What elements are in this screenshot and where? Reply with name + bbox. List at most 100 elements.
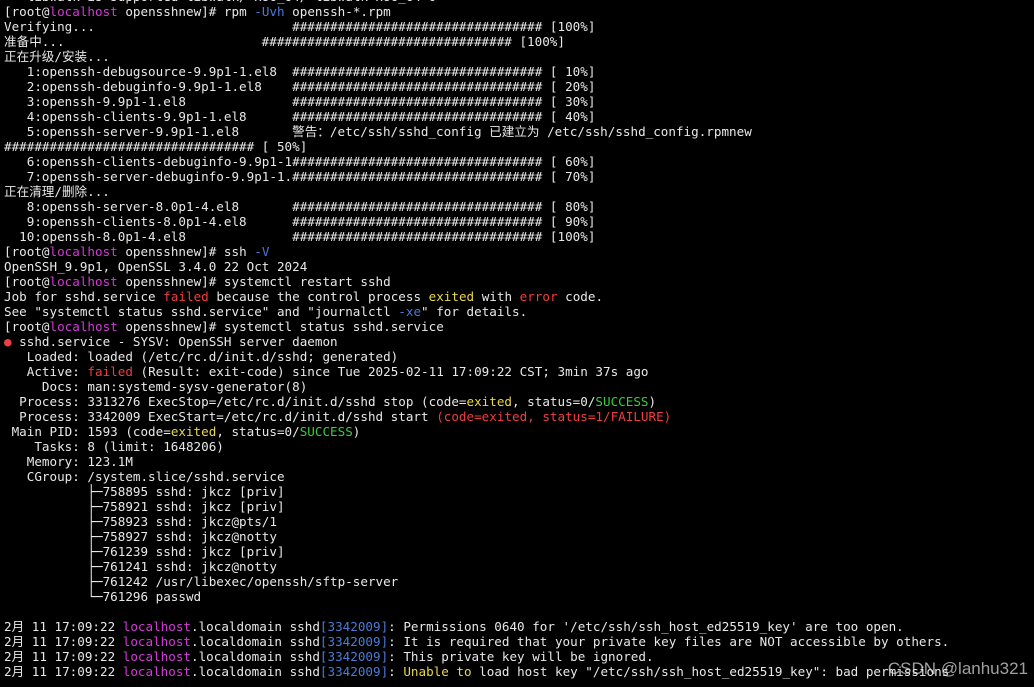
terminal-line: ├─758895 sshd: jkcz [priv] [4,484,1034,499]
terminal-text-segment: ) [648,394,657,409]
terminal-text-segment: Active: [4,364,88,379]
terminal-text-segment: code. [557,289,604,304]
terminal-text-segment: opensshnew]# systemctl restart sshd [117,274,391,289]
terminal-line: 9:openssh-clients-8.0p1-4.el8 ##########… [4,214,1034,229]
terminal-text-segment: : Permissions 0640 for '/etc/ssh/ssh_hos… [388,619,904,634]
terminal-text-segment: -xe [398,304,422,319]
terminal-text-segment: opensshnew]# rpm [117,4,255,19]
terminal-text-segment: 6:openssh-clients-debuginfo-9.9p1-1#####… [4,154,596,169]
terminal-text-segment: , status=0/ [512,394,596,409]
terminal-text-segment: Verifying... ###########################… [4,19,596,34]
terminal-text-segment: 10:openssh-8.0p1-4.el8 #################… [4,229,596,244]
terminal-line: Process: 3313276 ExecStop=/etc/rc.d/init… [4,394,1034,409]
terminal-text-segment: failed [87,364,133,379]
terminal-text-segment: Process: 3313276 ExecStop=/etc/rc.d/init… [4,394,467,409]
terminal-line: CGroup: /system.slice/sshd.service [4,469,1034,484]
terminal-line: ├─758927 sshd: jkcz@notty [4,529,1034,544]
terminal-text-segment: 7:openssh-server-debuginfo-9.9p1-1.#####… [4,169,596,184]
terminal-text-segment: OpenSSH_9.9p1, OpenSSL 3.4.0 22 Oct 2024 [4,259,308,274]
terminal-text-segment: Process: 3342009 ExecStart=/etc/rc.d/ini… [4,409,437,424]
terminal-text-segment: .localdomain sshd [191,634,320,649]
terminal-text-segment: opensshnew]# ssh [117,244,255,259]
terminal-text-segment: Loaded: loaded (/etc/rc.d/init.d/sshd; g… [4,349,399,364]
terminal-line: 2月 11 17:09:22 localhost.localdomain ssh… [4,649,1034,664]
terminal-text-segment: localhost [122,619,191,634]
terminal-line: Main PID: 1593 (code=exited, status=0/SU… [4,424,1034,439]
terminal-line: ● sshd.service - SYSV: OpenSSH server da… [4,334,1034,349]
terminal-text-segment: sshd.service - SYSV: OpenSSH server daem… [11,334,338,349]
terminal-text-segment: localhost [122,634,191,649]
terminal-text-segment: Tasks: 8 (limit: 1648206) [4,439,224,454]
terminal-line: 6:openssh-clients-debuginfo-9.9p1-1#####… [4,154,1034,169]
terminal-text-segment: SUCCESS [299,424,353,439]
terminal-text-segment: load host key "/etc/ssh/ssh_host_ed25519… [471,664,950,679]
terminal-text-segment: 5:openssh-server-9.9p1-1.el8 警告：/etc/ssh… [4,124,752,139]
terminal-line: OpenSSH_9.9p1, OpenSSL 3.4.0 22 Oct 2024 [4,259,1034,274]
terminal-text-segment: .localdomain sshd [191,619,320,634]
terminal-text-segment: SUCCESS [595,394,649,409]
terminal-line: [root@localhost opensshnew]# systemctl s… [4,319,1034,334]
terminal-text-segment: opensshnew]# systemctl status sshd.servi… [117,319,444,334]
terminal-text-segment: Memory: 123.1M [4,454,133,469]
terminal-text-segment: 2月 11 17:09:22 [4,664,123,679]
terminal-text-segment: (code=exited, status=1/FAILURE) [436,409,672,424]
terminal-output[interactable]: libwalk is supported libwalk/ x86_64/ li… [4,0,1034,679]
terminal-line: ################################# [ 50%] [4,139,1034,154]
terminal-line: 10:openssh-8.0p1-4.el8 #################… [4,229,1034,244]
terminal-text-segment: Job for sshd.service [4,289,164,304]
terminal-text-segment: 4:openssh-clients-9.9p1-1.el8 ##########… [4,109,596,124]
terminal-text-segment: ● [4,334,12,349]
terminal-text-segment: ├─758895 sshd: jkcz [priv] [4,484,285,499]
terminal-text-segment: ├─758927 sshd: jkcz@notty [4,529,277,544]
terminal-text-segment: 2月 11 17:09:22 [4,619,123,634]
terminal-text-segment: [root@ [4,4,50,19]
terminal-text-segment: [root@ [4,274,50,289]
terminal-line: 7:openssh-server-debuginfo-9.9p1-1.#####… [4,169,1034,184]
terminal-text-segment: localhost [122,664,191,679]
terminal-line: [root@localhost opensshnew]# ssh -V [4,244,1034,259]
terminal-text-segment: exited [466,394,513,409]
terminal-text-segment: └─761296 passwd [4,589,202,604]
terminal-text-segment: 2月 11 17:09:22 [4,634,123,649]
terminal-text-segment: localhost [49,274,118,289]
watermark: CSDN @lanhu321 [887,659,1028,678]
terminal-text-segment: 正在清理/删除... [4,184,110,199]
terminal-text-segment: with [474,289,520,304]
terminal-line: 2月 11 17:09:22 localhost.localdomain ssh… [4,664,1034,679]
terminal-text-segment: 2:openssh-debuginfo-9.9p1-1.el8 ########… [4,79,596,94]
terminal-text-segment: ├─758921 sshd: jkcz [priv] [4,499,285,514]
terminal-text-segment: 2月 11 17:09:22 [4,649,123,664]
terminal-text-segment: " for details. [421,304,528,319]
terminal-text-segment: openssh-*.rpm [284,4,391,19]
terminal-line: 3:openssh-9.9p1-1.el8 ##################… [4,94,1034,109]
terminal-line: 2月 11 17:09:22 localhost.localdomain ssh… [4,634,1034,649]
terminal-line: 准备中... #################################… [4,34,1034,49]
terminal-text-segment: CGroup: /system.slice/sshd.service [4,469,285,484]
terminal-line: 2月 11 17:09:22 localhost.localdomain ssh… [4,619,1034,634]
terminal-text-segment: ├─761242 /usr/libexec/openssh/sftp-serve… [4,574,399,589]
terminal-text-segment: ├─761241 sshd: jkcz@notty [4,559,277,574]
terminal-text-segment: .localdomain sshd [191,649,320,664]
terminal-text-segment: [root@ [4,319,50,334]
terminal-line: ├─761242 /usr/libexec/openssh/sftp-serve… [4,574,1034,589]
terminal-line: └─761296 passwd [4,589,1034,604]
terminal-text-segment: -V [254,244,270,259]
terminal-line: 4:openssh-clients-9.9p1-1.el8 ##########… [4,109,1034,124]
terminal-line: [root@localhost opensshnew]# rpm -Uvh op… [4,4,1034,19]
terminal-text-segment: localhost [49,244,118,259]
terminal-line: See "systemctl status sshd.service" and … [4,304,1034,319]
terminal-text-segment: 3:openssh-9.9p1-1.el8 ##################… [4,94,596,109]
terminal-line: 正在升级/安装... [4,49,1034,64]
terminal-text-segment: [3342009] [319,664,389,679]
terminal-line: 5:openssh-server-9.9p1-1.el8 警告：/etc/ssh… [4,124,1034,139]
terminal-text-segment: ) [352,424,361,439]
terminal-text-segment: : This private key will be ignored. [388,649,654,664]
terminal-text-segment: ├─761239 sshd: jkcz [priv] [4,544,285,559]
terminal-text-segment: because the control process [208,289,429,304]
terminal-line: Process: 3342009 ExecStart=/etc/rc.d/ini… [4,409,1034,424]
terminal-text-segment: (Result: exit-code) since Tue 2025-02-11… [132,364,649,379]
terminal-text-segment: exited [170,424,217,439]
terminal-text-segment: [3342009] [319,649,389,664]
terminal-text-segment: : [388,664,404,679]
